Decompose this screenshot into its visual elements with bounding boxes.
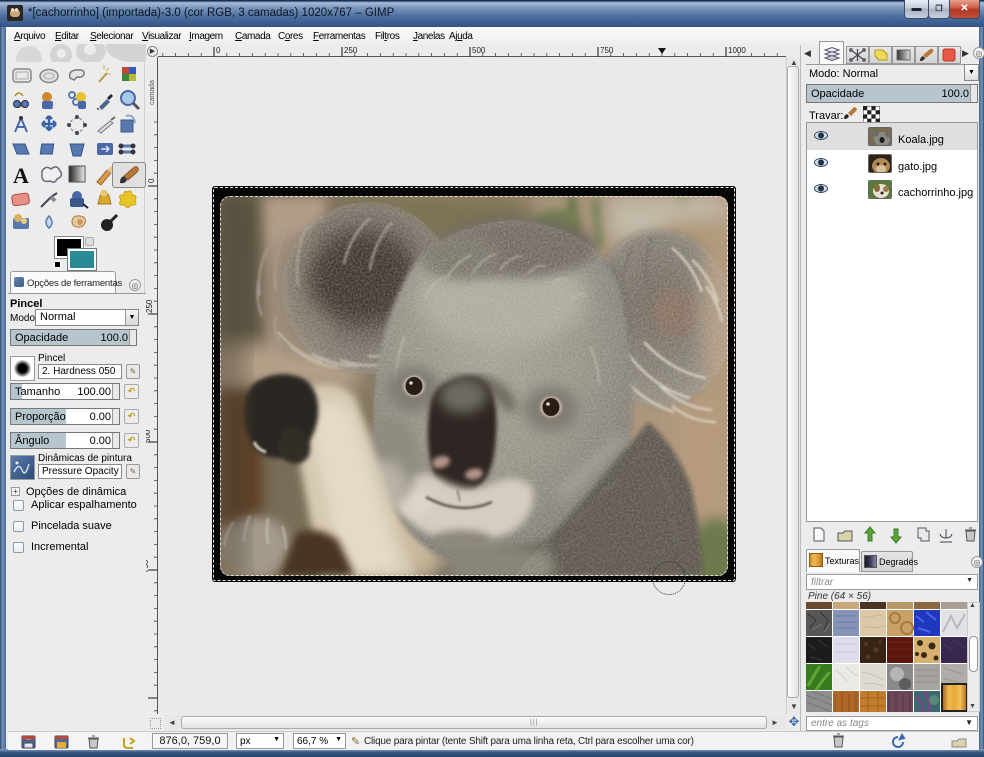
svg-text:camada: camada xyxy=(149,80,156,105)
svg-text:750: 750 xyxy=(146,559,150,573)
svg-text:250: 250 xyxy=(344,46,358,55)
svg-text:A: A xyxy=(13,163,29,188)
svg-text:500: 500 xyxy=(146,429,152,443)
svg-text:750: 750 xyxy=(600,46,614,55)
svg-text:500: 500 xyxy=(472,46,486,55)
svg-text:0: 0 xyxy=(147,178,156,183)
svg-text:0: 0 xyxy=(216,46,221,55)
svg-text:1000: 1000 xyxy=(728,46,746,55)
svg-text:250: 250 xyxy=(146,299,154,313)
